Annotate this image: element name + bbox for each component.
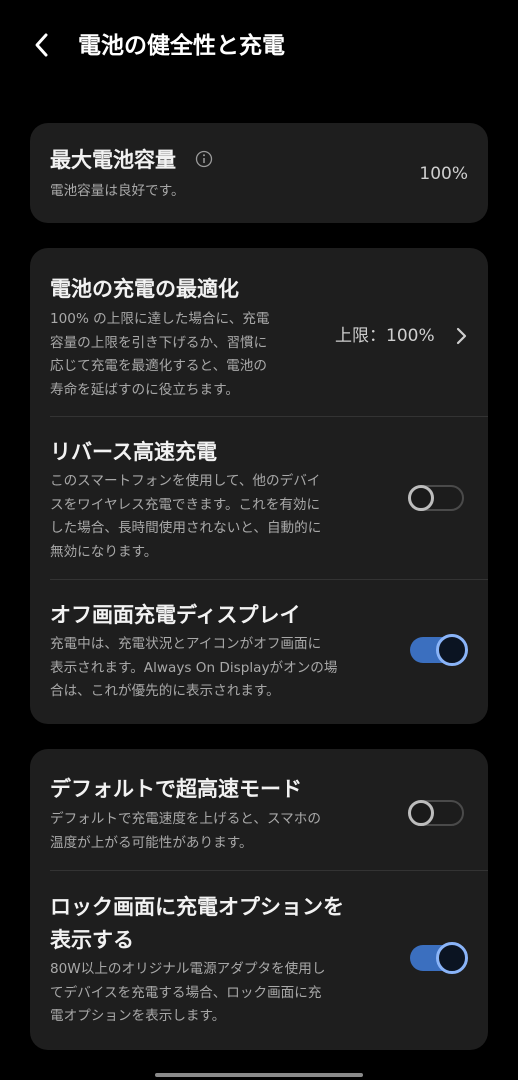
off-screen-display-description: 充電中は、充電状況とアイコンがオフ画面に 表示されます。Always On Di…: [50, 636, 338, 699]
charging-settings-card: 電池の充電の最適化 100% の上限に達した場合に、充電 容量の上限を引き下げる…: [30, 248, 488, 724]
reverse-charging-row[interactable]: リバース高速充電 このスマートフォンを使用して、他のデバイ スをワイヤレス充電で…: [30, 417, 488, 579]
app-header: 電池の健全性と充電: [0, 0, 518, 95]
page-title: 電池の健全性と充電: [78, 33, 285, 59]
lock-screen-options-row[interactable]: ロック画面に充電オプションを 表示する 80W以上のオリジナル電源アダプタを使用…: [30, 871, 488, 1050]
optimization-value: 上限：100%: [335, 326, 435, 346]
off-screen-display-toggle[interactable]: [408, 634, 468, 666]
capacity-description: 電池容量は良好です。: [50, 183, 185, 199]
toggle-thumb: [408, 800, 434, 826]
advanced-charging-card: デフォルトで超高速モード デフォルトで充電速度を上げると、スマホの 温度が上がる…: [30, 749, 488, 1050]
lock-screen-options-title-line1: ロック画面に充電オプションを: [50, 895, 344, 919]
capacity-value: 100%: [419, 164, 468, 184]
optimization-title: 電池の充電の最適化: [50, 277, 239, 301]
off-screen-display-row[interactable]: オフ画面充電ディスプレイ 充電中は、充電状況とアイコンがオフ画面に 表示されます…: [30, 580, 488, 724]
hyper-mode-description: デフォルトで充電速度を上げると、スマホの 温度が上がる可能性があります。: [50, 811, 321, 851]
capacity-title: 最大電池容量: [50, 148, 176, 172]
reverse-charging-title: リバース高速充電: [50, 440, 217, 464]
home-indicator[interactable]: [155, 1073, 363, 1077]
lock-screen-options-title-line2: 表示する: [50, 928, 134, 952]
optimization-description: 100% の上限に達した場合に、充電 容量の上限を引き下げるか、習慣に 応じて充…: [50, 311, 270, 398]
chevron-left-icon: [35, 33, 48, 57]
charge-optimization-row[interactable]: 電池の充電の最適化 100% の上限に達した場合に、充電 容量の上限を引き下げる…: [30, 248, 488, 416]
reverse-charging-description: このスマートフォンを使用して、他のデバイ スをワイヤレス充電できます。これを有効…: [50, 473, 322, 560]
hyper-mode-row[interactable]: デフォルトで超高速モード デフォルトで充電速度を上げると、スマホの 温度が上がる…: [30, 749, 488, 870]
back-button[interactable]: [22, 22, 62, 68]
toggle-thumb: [436, 634, 468, 666]
lock-screen-options-description: 80W以上のオリジナル電源アダプタを使用し てデバイスを充電する場合、ロック画面…: [50, 961, 326, 1024]
lock-screen-options-toggle[interactable]: [408, 942, 468, 974]
max-capacity-row[interactable]: 最大電池容量 電池容量は良好です。 100%: [30, 123, 488, 223]
toggle-thumb: [436, 942, 468, 974]
capacity-card: 最大電池容量 電池容量は良好です。 100%: [30, 123, 488, 223]
hyper-mode-title: デフォルトで超高速モード: [50, 777, 302, 801]
hyper-mode-toggle[interactable]: [408, 797, 466, 829]
info-icon[interactable]: [195, 150, 213, 168]
chevron-right-icon: [454, 325, 468, 347]
reverse-charging-toggle[interactable]: [408, 482, 466, 514]
off-screen-display-title: オフ画面充電ディスプレイ: [50, 603, 301, 627]
toggle-thumb: [408, 485, 434, 511]
